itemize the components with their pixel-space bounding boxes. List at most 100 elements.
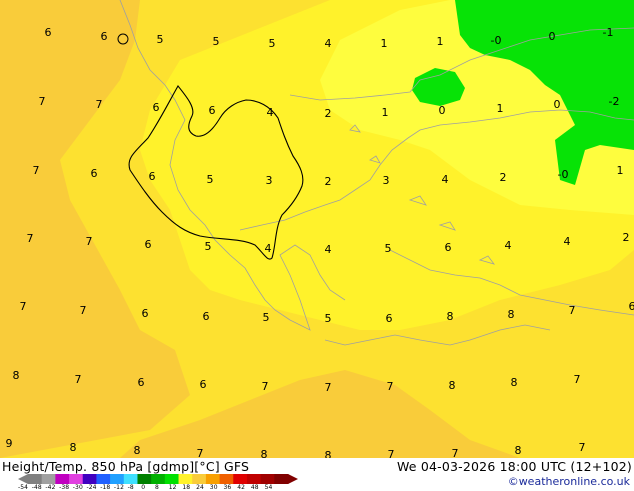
temperature-label: 1 [381,37,388,50]
temperature-label: 7 [387,380,394,393]
temperature-label: 0 [554,98,561,111]
temperature-label: 7 [20,300,27,313]
temperature-label: 2 [325,175,332,188]
scale-swatch [55,474,69,484]
map-valid-time: We 04-03-2026 18:00 UTC (12+102) [397,459,632,474]
temperature-label: -0 [558,168,569,181]
temperature-label: 4 [265,242,272,255]
temperature-label: -2 [609,95,620,108]
temperature-label: 6 [153,101,160,114]
temperature-label: 6 [203,310,210,323]
temperature-label: 0 [439,104,446,117]
temperature-label: 6 [138,376,145,389]
temperature-label: 6 [142,307,149,320]
temperature-label: 0 [549,30,556,43]
temperature-label: 5 [205,240,212,253]
temperature-label: 7 [197,447,204,458]
scale-swatch [261,474,275,484]
temperature-label: 5 [269,37,276,50]
temperature-label: 8 [134,444,141,457]
temperature-label: 7 [75,373,82,386]
temperature-label: 5 [213,35,220,48]
temperature-label: 7 [33,164,40,177]
temperature-label: 6 [45,26,52,39]
scale-swatch [69,474,83,484]
temperature-label: 5 [263,311,270,324]
temperature-label: 3 [266,174,273,187]
map-title: Height/Temp. 850 hPa [gdmp][°C] GFS [2,459,249,474]
weather-map: 6 6 5 5 5 4 1 1 -0 0 -1 7 7 6 6 4 2 1 0 1 0 -2 7 6 6 5 3 2 3 4 2 -0 1 7 7 6… [0,0,634,458]
temperature-label: 1 [617,164,624,177]
scale-arrow-left [18,474,28,484]
temperature-label: -1 [603,26,614,39]
temperature-label: 6 [386,312,393,325]
temperature-label: 8 [325,449,332,458]
temperature-label: 8 [511,376,518,389]
temperature-label: 4 [267,106,274,119]
temperature-label: 6 [101,30,108,43]
temperature-label: 8 [449,379,456,392]
temperature-label: 7 [96,98,103,111]
scale-swatch [179,474,193,484]
temperature-label: 1 [382,106,389,119]
temperature-label: 8 [508,308,515,321]
scale-swatch [233,474,247,484]
scale-swatch [192,474,206,484]
temperature-label: 6 [91,167,98,180]
temperature-label: 5 [207,173,214,186]
temperature-label: 7 [39,95,46,108]
temperature-label: 7 [80,304,87,317]
temperature-label: 2 [500,171,507,184]
temperature-label: -0 [491,34,502,47]
temperature-label: 2 [623,231,630,244]
temperature-label: 6 [149,170,156,183]
temperature-label: 7 [579,441,586,454]
scale-swatch [165,474,179,484]
scale-swatch [124,474,138,484]
temperature-label: 6 [209,104,216,117]
temperature-label: 6 [445,241,452,254]
temperature-label: 8 [447,310,454,323]
temperature-label: 5 [157,33,164,46]
temperature-label: 7 [27,232,34,245]
temperature-label: 4 [505,239,512,252]
temperature-label: 7 [574,373,581,386]
scale-swatch [247,474,261,484]
scale-swatch [151,474,165,484]
map-footer: Height/Temp. 850 hPa [gdmp][°C] GFS We 0… [0,458,634,490]
scale-swatch [96,474,110,484]
site-credit-link[interactable]: ©weatheronline.co.uk [508,475,630,488]
scale-swatch [42,474,56,484]
scale-swatch [220,474,234,484]
temperature-label: 4 [564,235,571,248]
scale-swatch [274,474,288,484]
temperature-label: 1 [437,35,444,48]
scale-swatch [137,474,151,484]
temperature-label: 6 [200,378,207,391]
temperature-label: 8 [13,369,20,382]
temperature-label: 5 [325,312,332,325]
scale-swatch [83,474,97,484]
temperature-label: 7 [325,381,332,394]
temperature-label: 4 [325,37,332,50]
temperature-label: 8 [70,441,77,454]
temperature-label: 7 [262,380,269,393]
temperature-label: 8 [261,448,268,458]
temperature-label: 8 [515,444,522,457]
temperature-label: 9 [6,437,13,450]
temperature-label: 5 [385,242,392,255]
temperature-label: 7 [569,304,576,317]
scale-arrow-right [288,474,298,484]
scale-swatch [28,474,42,484]
temperature-label: 7 [452,447,459,458]
temperature-label: 6 [145,238,152,251]
temperature-label: 4 [325,243,332,256]
scale-swatch [206,474,220,484]
temperature-label: 7 [388,448,395,458]
temperature-label: 3 [383,174,390,187]
temperature-label: 6 [629,300,634,313]
scale-swatch [110,474,124,484]
temperature-label: 2 [325,107,332,120]
temperature-label: 1 [497,102,504,115]
temperature-label: 4 [442,173,449,186]
